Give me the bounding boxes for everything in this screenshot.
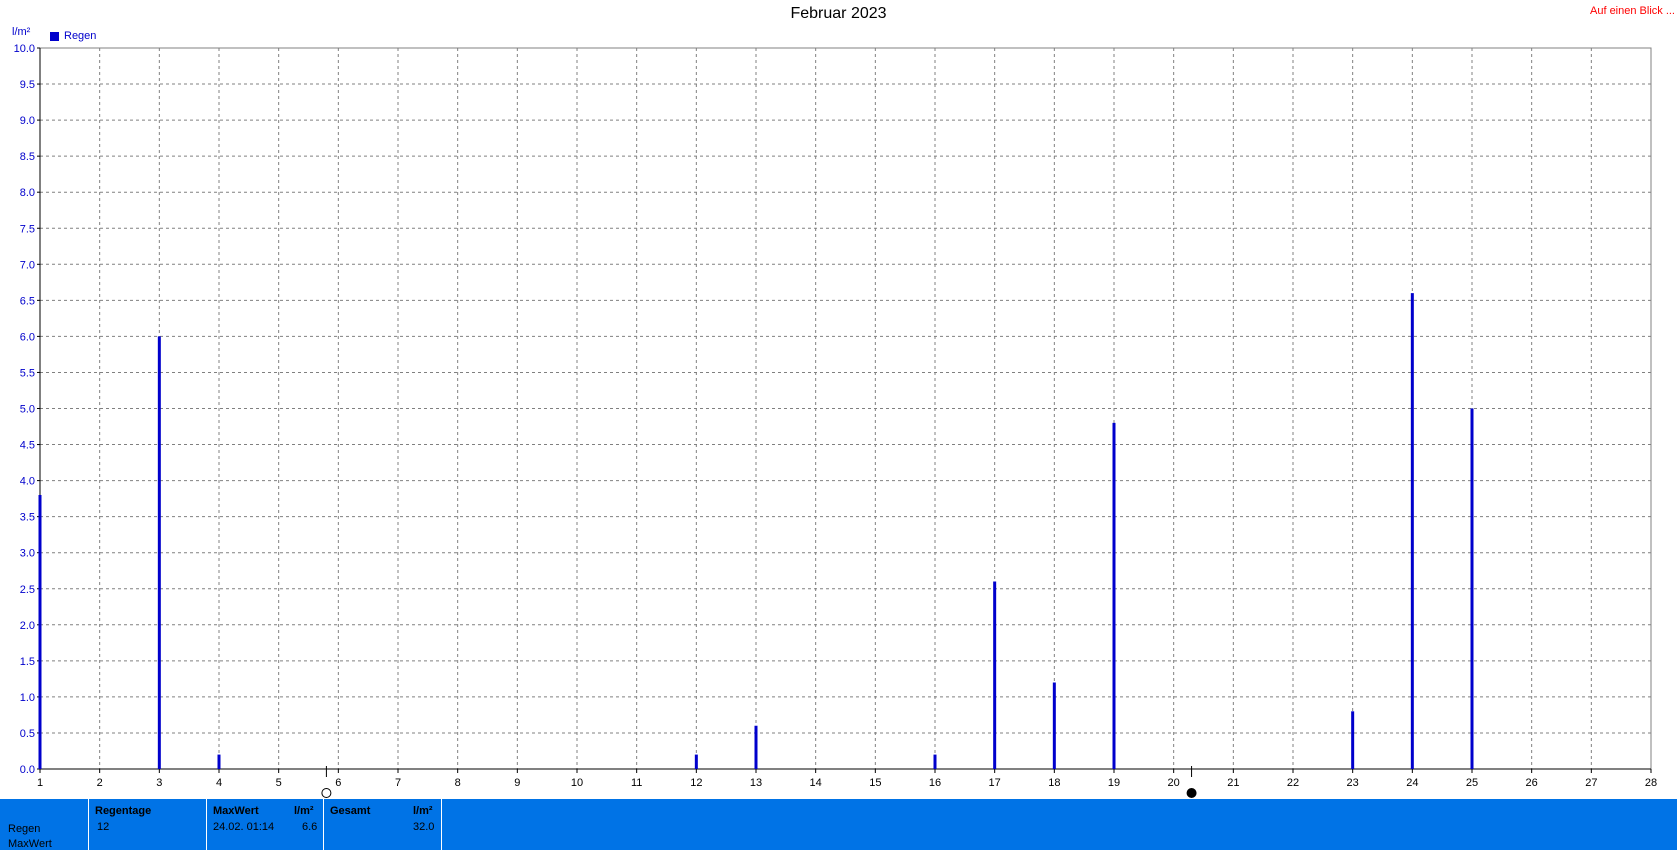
y-tick-label: 4.5 [20, 440, 35, 452]
x-tick-label: 19 [1108, 777, 1120, 789]
x-tick-label: 5 [276, 777, 282, 789]
chart-title: Februar 2023 [790, 5, 887, 22]
x-tick-label: 9 [514, 777, 520, 789]
x-tick-label: 22 [1287, 777, 1299, 789]
y-tick-label: 0.0 [20, 764, 35, 776]
regentage-cell: Regentage 12 [88, 799, 206, 850]
x-tick-label: 27 [1585, 777, 1597, 789]
rain-chart: 0.0 0.5 1.0 1.5 2.0 2.5 3.0 3.5 4.0 4.5 5.0 5.5 6.0 6… [14, 43, 1657, 798]
x-tick-label: 8 [455, 777, 461, 789]
x-tick-label: 25 [1466, 777, 1478, 789]
regentage-value: 12 [97, 821, 110, 833]
gesamt-value: 32.0 [413, 821, 435, 833]
x-tick-label: 21 [1227, 777, 1239, 789]
y-tick-label: 3.0 [20, 548, 35, 560]
y-tick-label: 5.0 [20, 404, 35, 416]
x-tick-label: 2 [97, 777, 103, 789]
maxwert-unit: l/m² [294, 805, 314, 817]
x-tick-label: 26 [1526, 777, 1538, 789]
regentage-header: Regentage [95, 805, 152, 817]
x-tick-label: 17 [989, 777, 1001, 789]
maxwert-header: MaxWert [213, 805, 259, 817]
y-tick-label: 5.5 [20, 367, 35, 379]
legend-label-regen: Regen [64, 30, 97, 42]
x-tick-label: 24 [1406, 777, 1418, 789]
y-axis-unit: l/m² [12, 26, 31, 38]
summary-panel: Regen MaxWert Regentage 12 MaxWert l/m² … [0, 799, 1677, 850]
y-tick-label: 7.5 [20, 223, 35, 235]
y-tick-label: 4.0 [20, 476, 35, 488]
y-tick-label: 0.5 [20, 728, 35, 740]
x-tick-label: 18 [1048, 777, 1060, 789]
x-tick-label: 3 [156, 777, 162, 789]
x-tick-label: 4 [216, 777, 222, 789]
x-tick-label: 12 [690, 777, 702, 789]
x-tick-label: 15 [869, 777, 881, 789]
y-tick-label: 6.0 [20, 331, 35, 343]
x-tick-label: 10 [571, 777, 583, 789]
summary-row-label-regen: Regen [8, 823, 41, 835]
y-tick-label: 10.0 [14, 43, 35, 55]
maxwert-date: 24.02. 01:14 [213, 821, 275, 833]
y-tick-label: 9.5 [20, 79, 35, 91]
y-tick-label: 2.0 [20, 620, 35, 632]
full-moon-icon [321, 788, 332, 798]
x-tick-label: 14 [810, 777, 822, 789]
y-tick-label: 3.5 [20, 512, 35, 524]
legend: Regen [50, 30, 96, 42]
y-tick-label: 9.0 [20, 115, 35, 127]
x-tick-label: 23 [1347, 777, 1359, 789]
x-tick-label: 20 [1168, 777, 1180, 789]
y-tick-label: 1.0 [20, 692, 35, 704]
summary-row-label-maxwert: MaxWert [8, 838, 52, 850]
y-tick-label: 7.0 [20, 259, 35, 271]
x-tick-label: 6 [335, 777, 341, 789]
legend-swatch-regen [50, 31, 59, 41]
y-tick-label: 1.5 [20, 656, 35, 668]
y-tick-label: 8.5 [20, 151, 35, 163]
y-tick-label: 2.5 [20, 584, 35, 596]
x-tick-label: 28 [1645, 777, 1657, 789]
gesamt-unit: l/m² [413, 805, 433, 817]
maxwert-value: 6.6 [302, 821, 318, 833]
x-tick-label: 1 [37, 777, 43, 789]
x-tick-label: 16 [929, 777, 941, 789]
y-tick-label: 8.0 [20, 187, 35, 199]
at-a-glance-link[interactable]: Auf einen Blick ... [1590, 5, 1675, 17]
gesamt-header: Gesamt [330, 805, 371, 817]
x-tick-label: 11 [631, 777, 642, 789]
new-moon-icon [1186, 788, 1197, 798]
x-tick-label: 7 [395, 777, 401, 789]
gesamt-cell: Gesamt l/m² 32.0 [323, 799, 442, 850]
y-tick-label: 6.5 [20, 295, 35, 307]
maxwert-cell: MaxWert l/m² 24.02. 01:14 6.6 [206, 799, 323, 850]
x-tick-label: 13 [750, 777, 762, 789]
